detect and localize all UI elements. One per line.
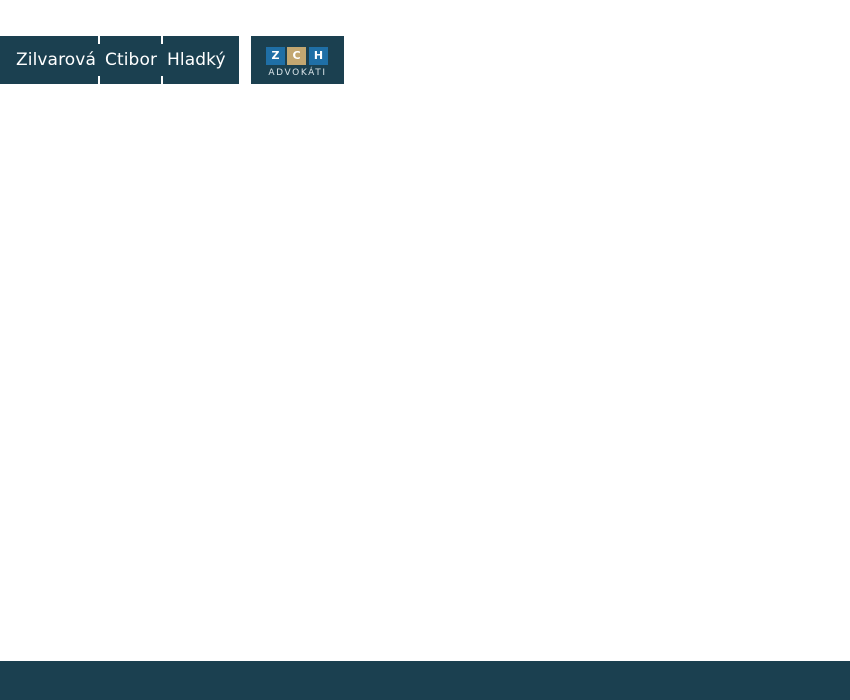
logo-subtitle: ADVOKÁTI	[268, 68, 327, 78]
separator-tick	[98, 36, 100, 44]
separator-tick	[161, 76, 163, 84]
firm-name-banner[interactable]: Zilvarová Ctibor Hladký	[0, 36, 239, 84]
separator-tick	[161, 36, 163, 44]
zch-logo[interactable]: Z C H ADVOKÁTI	[251, 36, 344, 84]
footer-bar	[0, 661, 850, 700]
partner-name-hladky: Hladký	[167, 50, 226, 70]
partner-name-zilvarova: Zilvarová	[16, 50, 96, 70]
logo-letter-z: Z	[266, 47, 285, 65]
separator-tick	[98, 76, 100, 84]
partner-name-ctibor: Ctibor	[105, 50, 158, 70]
logo-letter-h: H	[309, 47, 328, 65]
logo-letter-c: C	[287, 47, 306, 65]
